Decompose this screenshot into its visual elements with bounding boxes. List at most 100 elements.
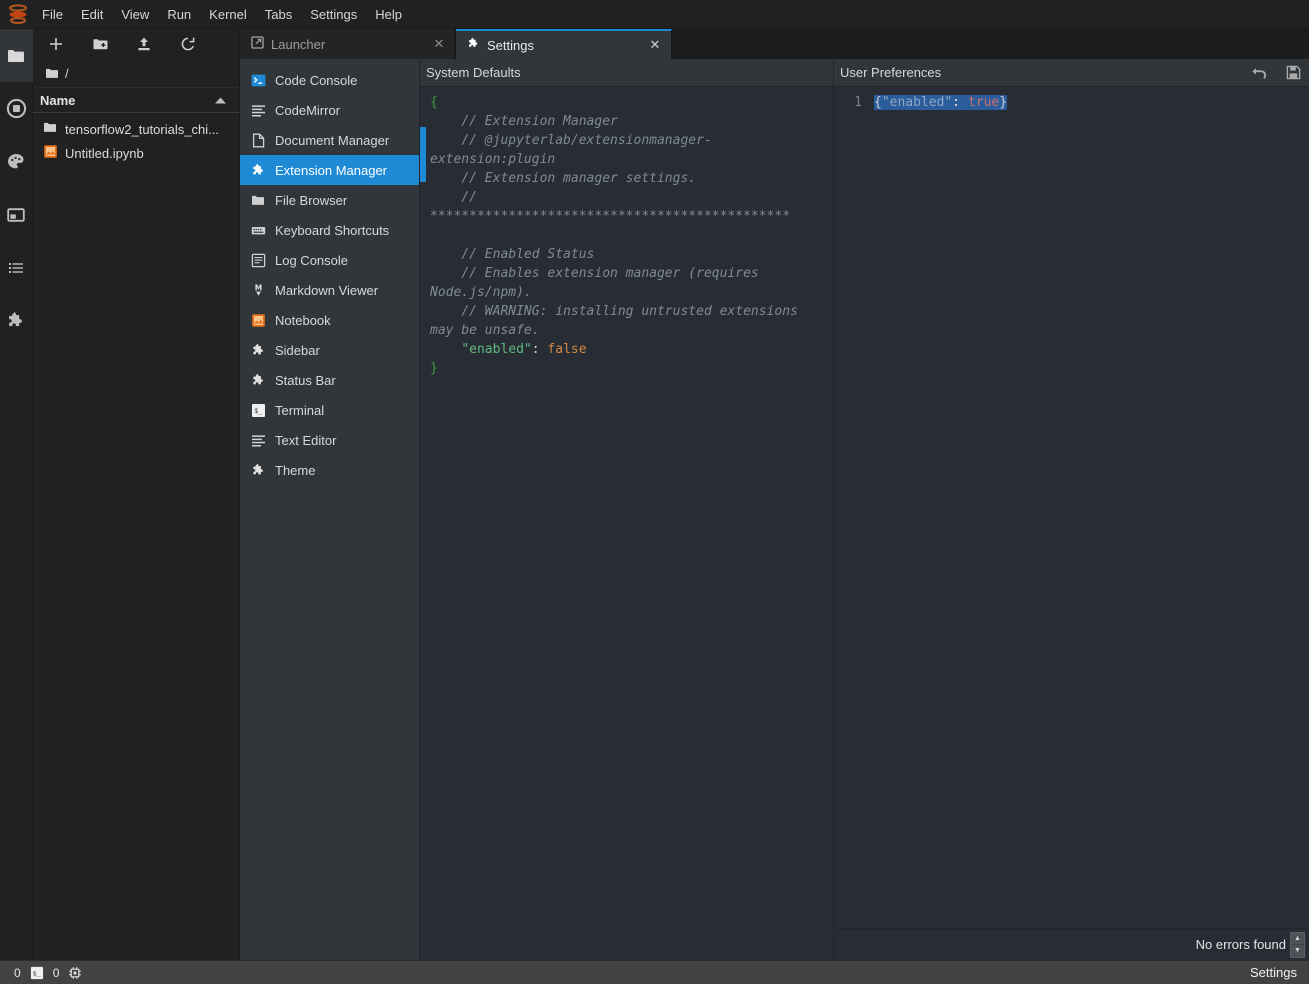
line-number: 1 [854,95,862,110]
scrollbar-track[interactable] [420,87,426,960]
user-preferences-text[interactable]: {"enabled": true} [870,87,1309,928]
upload-button[interactable] [135,35,153,53]
system-defaults-panel: System Defaults { // Extension Manager /… [420,59,833,960]
menu-item-tabs[interactable]: Tabs [256,0,301,29]
tab-settings[interactable]: Settings ✕ [456,29,672,59]
kernel-icon[interactable] [68,966,82,980]
menu-item-settings[interactable]: Settings [301,0,366,29]
plugin-label: Keyboard Shortcuts [275,223,389,238]
panel-title: User Preferences [840,65,941,80]
system-defaults-code: { // Extension Manager // @jupyterlab/ex… [420,87,833,960]
file-browser-icon[interactable] [0,29,33,82]
menu-item-run[interactable]: Run [158,0,200,29]
comment-separator: ****************************************… [430,209,790,224]
plugin-item-log-console[interactable]: Log Console [240,245,419,275]
close-icon[interactable]: ✕ [648,38,662,52]
user-close-brace: } [999,95,1007,110]
error-stepper[interactable]: ▲ ▼ [1290,932,1305,958]
status-bar-right[interactable]: Settings [1250,965,1297,980]
gear-icon [250,372,266,388]
status-bar-left: 0 $_ 0 [14,966,82,980]
user-json-colon: : [952,95,968,110]
plugin-item-terminal[interactable]: $_ Terminal [240,395,419,425]
error-status-bar: No errors found ▲ ▼ [834,928,1309,960]
close-icon[interactable]: ✕ [432,37,446,51]
svg-text:$_: $_ [254,407,263,415]
plugin-item-sidebar[interactable]: Sidebar [240,335,419,365]
toc-icon[interactable] [0,241,33,294]
terminal-icon: $_ [250,402,266,418]
plugin-item-notebook[interactable]: Notebook [240,305,419,335]
sort-ascending-icon[interactable] [214,93,227,108]
palette-icon[interactable] [0,135,33,188]
menu-item-help[interactable]: Help [366,0,411,29]
plugin-item-markdown-viewer[interactable]: M Markdown Viewer [240,275,419,305]
plugin-item-extension-manager[interactable]: Extension Manager [240,155,419,185]
scrollbar-thumb[interactable] [420,127,426,182]
list-item[interactable]: Untitled.ipynb [33,141,239,165]
markdown-icon: M [250,282,266,298]
stepper-down-icon[interactable]: ▼ [1291,945,1304,957]
plugin-list: Code Console CodeMirror Document Manager [240,59,420,960]
comment-enabled-status: // Enabled Status [430,247,594,262]
tab-bar: Launcher ✕ Settings ✕ [240,29,1309,59]
comment-plugin-id: // @jupyterlab/extensionmanager-extensio… [430,133,712,167]
plugin-label: Theme [275,463,315,478]
json-value-enabled: false [547,342,586,357]
console-icon [250,72,266,88]
plugin-item-file-browser[interactable]: File Browser [240,185,419,215]
plugin-item-codemirror[interactable]: CodeMirror [240,95,419,125]
tabs-icon[interactable] [0,188,33,241]
plugin-label: Code Console [275,73,357,88]
menu-item-view[interactable]: View [112,0,158,29]
error-message: No errors found [1196,937,1286,952]
menu-item-file[interactable]: File [33,0,72,29]
plugin-item-theme[interactable]: Theme [240,455,419,485]
plugin-label: Document Manager [275,133,389,148]
plugin-item-text-editor[interactable]: Text Editor [240,425,419,455]
refresh-button[interactable] [179,35,197,53]
plugin-label: Status Bar [275,373,336,388]
file-list-header[interactable]: Name [33,87,239,113]
system-defaults-text: { // Extension Manager // @jupyterlab/ex… [420,87,833,384]
jupyterlab-window: File Edit View Run Kernel Tabs Settings … [0,0,1309,984]
tab-launcher[interactable]: Launcher ✕ [240,29,456,59]
file-name: Untitled.ipynb [65,146,144,161]
user-preferences-editor[interactable]: 1 {"enabled": true} [834,87,1309,928]
list-item[interactable]: tensorflow2_tutorials_chi... [33,117,239,141]
column-header-name: Name [40,93,75,108]
comment-title: // Extension Manager [430,114,618,129]
plugin-label: File Browser [275,193,347,208]
plugin-item-keyboard-shortcuts[interactable]: Keyboard Shortcuts [240,215,419,245]
terminal-icon[interactable]: $_ [30,966,44,980]
undo-icon[interactable] [1251,65,1268,80]
folder-icon [43,120,58,138]
menu-item-edit[interactable]: Edit [72,0,112,29]
stepper-up-icon[interactable]: ▲ [1291,933,1304,945]
editors-container: System Defaults { // Extension Manager /… [420,59,1309,960]
comment-description: // Extension manager settings. [430,171,696,186]
running-terminals-icon[interactable] [0,82,33,135]
extension-manager-icon[interactable] [0,294,33,347]
plugin-label: Terminal [275,403,324,418]
breadcrumb[interactable]: / [33,59,239,87]
plugin-item-document-manager[interactable]: Document Manager [240,125,419,155]
plugin-item-code-console[interactable]: Code Console [240,65,419,95]
new-launcher-button[interactable] [47,35,65,53]
system-defaults-header: System Defaults [420,59,833,87]
save-icon[interactable] [1286,65,1301,80]
file-browser-toolbar [33,29,239,59]
plugin-label: Markdown Viewer [275,283,378,298]
comment-warning: // WARNING: installing untrusted extensi… [430,304,806,338]
new-folder-button[interactable] [91,35,109,53]
main-area: Launcher ✕ Settings ✕ [240,29,1309,960]
folder-icon [45,66,60,81]
status-bar: 0 $_ 0 Settings [0,960,1309,984]
gear-icon [250,162,266,178]
notebook-icon [43,144,58,162]
svg-text:$_: $_ [32,969,40,977]
menu-item-kernel[interactable]: Kernel [200,0,256,29]
plugin-label: Notebook [275,313,331,328]
gear-icon [250,342,266,358]
plugin-item-status-bar[interactable]: Status Bar [240,365,419,395]
